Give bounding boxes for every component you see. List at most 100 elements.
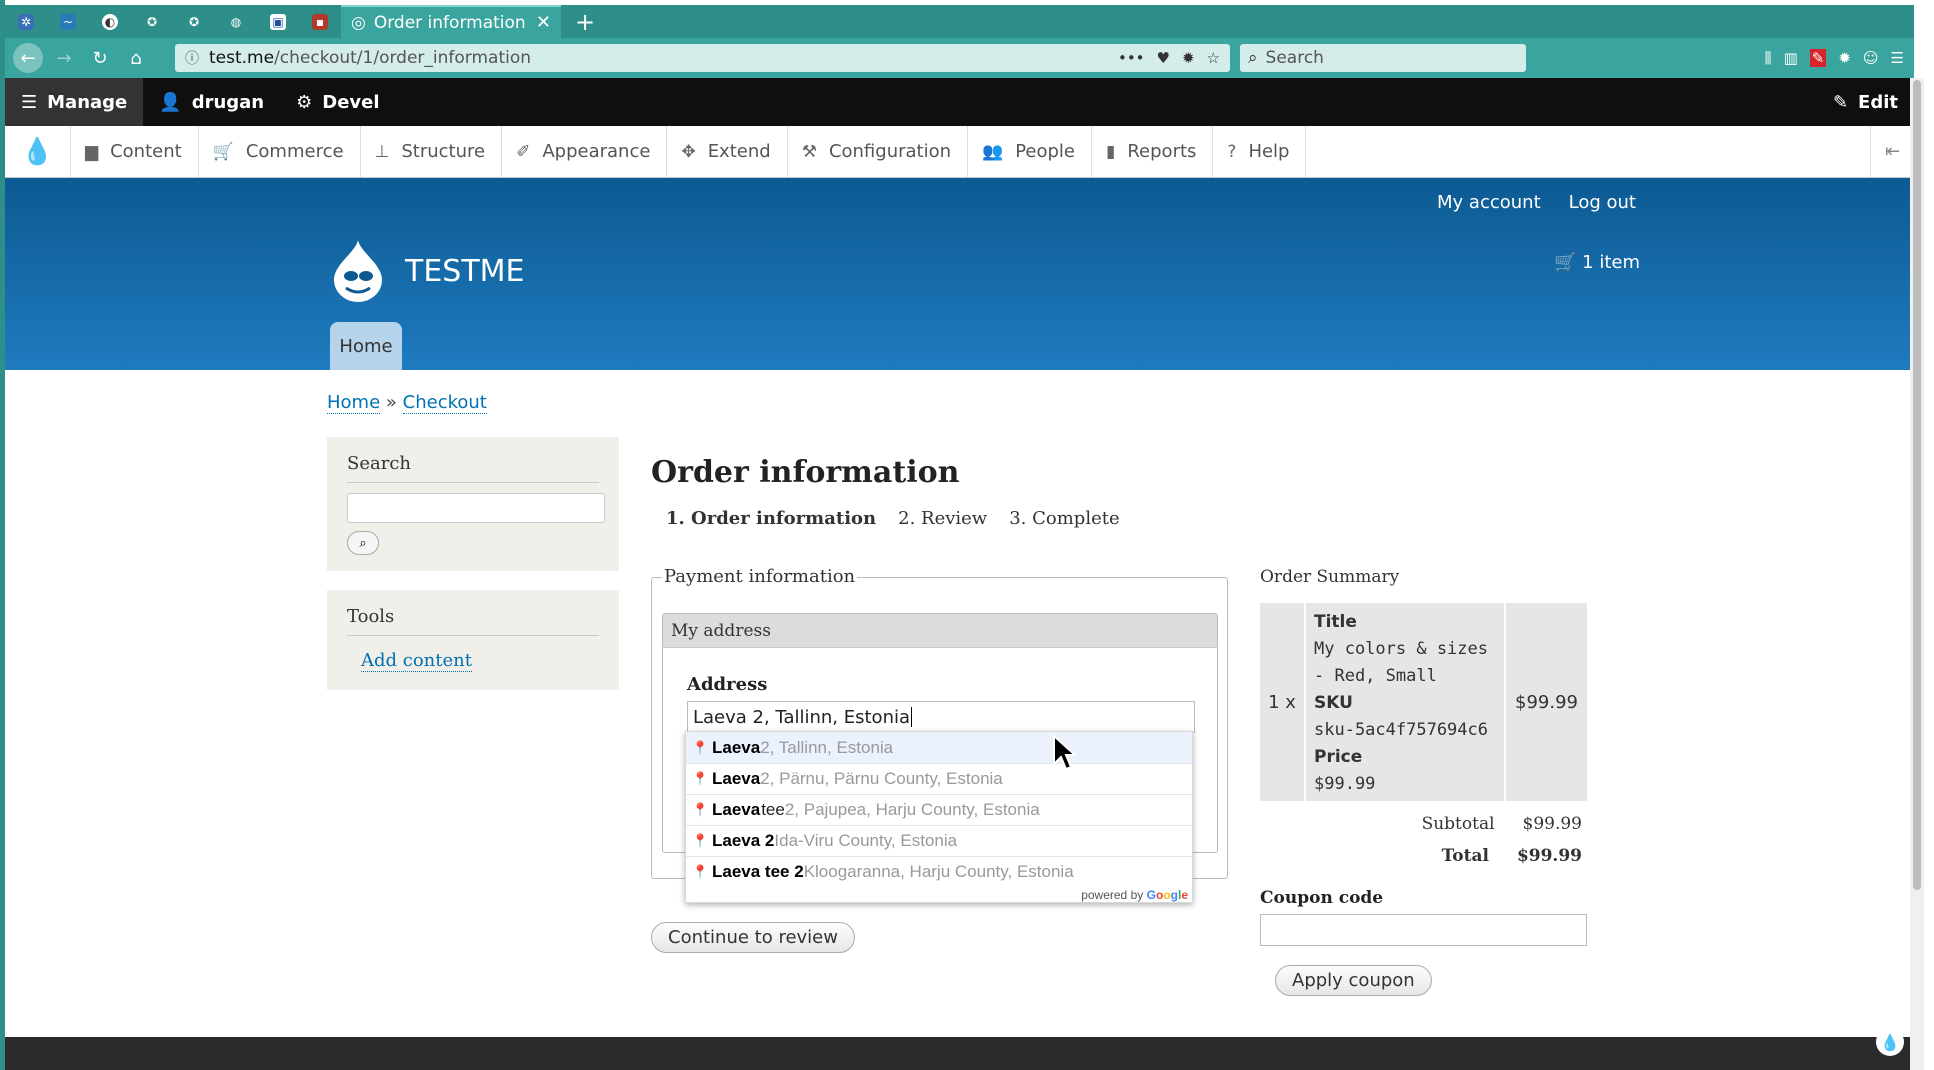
sidebar-tools-title: Tools [347,590,599,636]
pinned-tab-2[interactable]: ~ [47,5,89,38]
site-logo-icon[interactable] [330,238,386,304]
url-path: /checkout/1/order_information [274,48,532,68]
toolbar-user-label: drugan [191,91,265,113]
cart-block[interactable]: 🛒 1 item [1554,252,1640,273]
add-content-link[interactable]: Add content [361,650,472,672]
people-icon: 👥 [982,141,1004,162]
main-menu-home-tab[interactable]: Home [330,322,402,370]
forward-button[interactable]: → [49,43,79,73]
log-out-link[interactable]: Log out [1569,192,1636,213]
cart-count: 1 item [1582,252,1640,273]
checkout-step: 2. Review [898,508,988,529]
tray-item-label: Configuration [828,141,952,162]
apply-coupon-button[interactable]: Apply coupon [1275,965,1432,996]
breadcrumb-home-link[interactable]: Home [327,392,381,414]
tray-item-content[interactable]: ▆ Content [71,126,199,177]
autocomplete-match: Laeva [712,737,761,757]
autocomplete-item[interactable]: 📍 Laeva tee 2, Pajupea, Harju County, Es… [686,794,1192,825]
my-address-panel-title[interactable]: My address [663,614,1217,648]
tray-item-structure[interactable]: ⊥ Structure [361,126,503,177]
autocomplete-item[interactable]: 📍 Laeva 2 Ida-Viru County, Estonia [686,825,1192,856]
home-button[interactable]: ⌂ [121,43,151,73]
checkout-step: 3. Complete [1009,508,1120,529]
product-sku: sku-5ac4f757694c6 [1314,720,1488,740]
total-value: $99.99 [1516,846,1582,866]
reload-icon: ↻ [92,47,108,69]
tray-item-label: People [1015,141,1075,162]
toolbar-edit[interactable]: ✎ Edit [1817,78,1914,126]
site-name[interactable]: TESTME [405,254,525,289]
sidebar-search-input[interactable] [347,493,605,523]
page-actions-icon[interactable]: ••• [1118,49,1145,67]
menu-icon[interactable]: ☰ [1891,49,1904,67]
puzzle-icon: ✥ [681,141,696,162]
continue-to-review-button[interactable]: Continue to review [651,922,855,953]
pinned-site-icon: ◍ [230,14,242,29]
pocket-icon[interactable]: ♥ [1157,49,1170,67]
tab-favicon-icon: ◎ [351,12,366,33]
pinned-tab-4[interactable]: ✪ [131,5,173,38]
toolbar-devel[interactable]: ⚙ Devel [280,78,395,126]
autocomplete-item[interactable]: 📍 Laeva 2, Pärnu, Pärnu County, Estonia [686,763,1192,794]
active-tab[interactable]: ◎ Order information ✕ [341,5,561,38]
sidebar-search-button[interactable]: ⌕ [347,531,379,555]
address-input[interactable]: Laeva 2, Tallinn, Estonia [687,701,1195,733]
back-button[interactable]: ← [13,43,43,73]
pinned-tab-7[interactable]: ▣ [257,5,299,38]
site-info-icon[interactable]: ⓘ [185,48,199,68]
cart-icon: 🛒 [212,141,234,162]
pinned-tab-6[interactable]: ◍ [215,5,257,38]
pinned-site-icon: ▪ [312,13,328,30]
pinned-tab-3[interactable]: ◐ [89,5,131,38]
mouse-pointer-icon [1053,734,1076,771]
site-header: My account Log out TESTME 🛒 1 item Home [5,178,1914,370]
tray-item-reports[interactable]: ▮ Reports [1092,126,1214,177]
reload-button[interactable]: ↻ [85,43,115,73]
url-host: test.me [209,48,275,68]
tray-item-help[interactable]: ? Help [1213,126,1307,177]
tray-item-appearance[interactable]: ✐ Appearance [502,126,668,177]
toolbar-user[interactable]: 👤 drugan [143,78,280,126]
product-title: My colors & sizes - Red, Small [1314,639,1488,686]
smiley-extension-icon[interactable]: ☺ [1863,49,1879,67]
extension-icon[interactable]: ✹ [1838,49,1851,67]
bookmark-star-icon[interactable]: ☆ [1207,49,1220,67]
tray-orientation-toggle-icon[interactable]: ⇤ [1870,126,1914,177]
pinned-site-icon: ~ [60,13,76,30]
cart-icon: 🛒 [1554,252,1577,273]
sidebar-icon[interactable]: ▥ [1784,49,1798,67]
coupon-code-input[interactable] [1260,914,1587,946]
page-footer [5,1037,1914,1070]
pdf-extension-icon[interactable]: ✎ [1809,49,1827,67]
search-icon: ⌕ [1248,48,1258,68]
autocomplete-item[interactable]: 📍 Laeva tee 2 Kloogaranna, Harju County,… [686,856,1192,887]
breadcrumb-checkout-link[interactable]: Checkout [402,392,487,414]
pinned-tab-8[interactable]: ▪ [299,5,341,38]
subtotal-label: Subtotal [1421,814,1495,834]
drupal-devel-badge-icon[interactable]: 💧 [1876,1028,1904,1056]
autocomplete-item[interactable]: 📍 Laeva 2, Tallinn, Estonia [686,732,1192,763]
tray-item-configuration[interactable]: ⚒ Configuration [788,126,969,177]
tray-item-extend[interactable]: ✥ Extend [667,126,788,177]
new-tab-button[interactable]: + [575,8,595,36]
browser-search-bar[interactable]: ⌕ Search [1240,44,1526,72]
browser-nav-bar: ← → ↻ ⌂ ⓘ test.me /checkout/1/order_info… [5,38,1914,78]
order-summary-table: 1 x Title My colors & sizes - Red, Small… [1260,603,1587,801]
tray-item-people[interactable]: 👥 People [968,126,1092,177]
total-label: Total [1441,846,1489,866]
tray-item-commerce[interactable]: 🛒 Commerce [199,126,361,177]
pinned-tab-1[interactable]: ✲ [5,5,47,38]
my-account-link[interactable]: My account [1437,192,1541,213]
extension-icon[interactable]: ✹ [1182,49,1195,67]
tab-close-icon[interactable]: ✕ [536,12,551,33]
scrollbar-thumb[interactable] [1913,80,1921,890]
pinned-tab-5[interactable]: ✪ [173,5,215,38]
bar-chart-icon: ▮ [1106,141,1116,162]
drupal-logo-icon[interactable]: 💧 [5,126,71,177]
secondary-menu: My account Log out [1437,192,1636,213]
url-bar[interactable]: ⓘ test.me /checkout/1/order_information … [175,44,1230,72]
map-pin-icon: 📍 [692,833,709,848]
library-icon[interactable]: ⫼ [1765,49,1772,67]
page-scrollbar[interactable] [1910,78,1924,1070]
toolbar-manage[interactable]: ☰ Manage [5,78,144,126]
